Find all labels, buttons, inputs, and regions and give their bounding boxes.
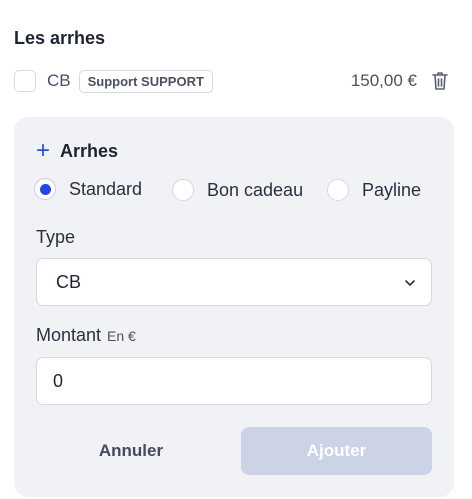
type-select[interactable]: CB [36, 258, 432, 306]
amount-label-row: Montant En € [36, 325, 136, 346]
radio-label: Standard [69, 178, 143, 199]
radio-gift-card[interactable]: Bon cadeau [172, 179, 303, 201]
radio-standard[interactable]: Standard [34, 178, 142, 200]
radio-button[interactable] [172, 179, 194, 201]
type-select-value: CB [56, 271, 82, 292]
amount-hint: En € [107, 328, 136, 344]
chevron-down-icon [405, 280, 415, 286]
deposit-amount: 150,00 € [350, 71, 417, 90]
plus-icon: + [36, 137, 51, 164]
amount-label: Montant [36, 325, 102, 345]
trash-icon[interactable] [430, 70, 450, 92]
add-button[interactable]: Ajouter [241, 427, 432, 475]
panel-header[interactable]: + Arrhes [36, 139, 118, 163]
deposit-kind-radio-group: Standard Bon cadeau Payline [34, 178, 426, 206]
payment-method: CB [47, 71, 71, 90]
add-deposit-panel: + Arrhes Standard Bon cadeau Payline Typ… [14, 117, 454, 497]
radio-button[interactable] [327, 179, 349, 201]
radio-label: Bon cadeau [207, 179, 304, 200]
radio-button[interactable] [34, 178, 56, 200]
cancel-button[interactable]: Annuler [36, 427, 226, 475]
amount-input[interactable] [36, 357, 432, 405]
radio-payline[interactable]: Payline [327, 179, 421, 201]
support-badge: Support SUPPORT [78, 69, 213, 93]
section-title: Les arrhes [14, 28, 106, 48]
type-label: Type [36, 227, 76, 247]
row-checkbox[interactable] [14, 70, 36, 92]
existing-deposit-row: CB Support SUPPORT 150,00 € [14, 68, 454, 94]
radio-label: Payline [362, 179, 422, 200]
panel-title: Arrhes [60, 140, 119, 161]
